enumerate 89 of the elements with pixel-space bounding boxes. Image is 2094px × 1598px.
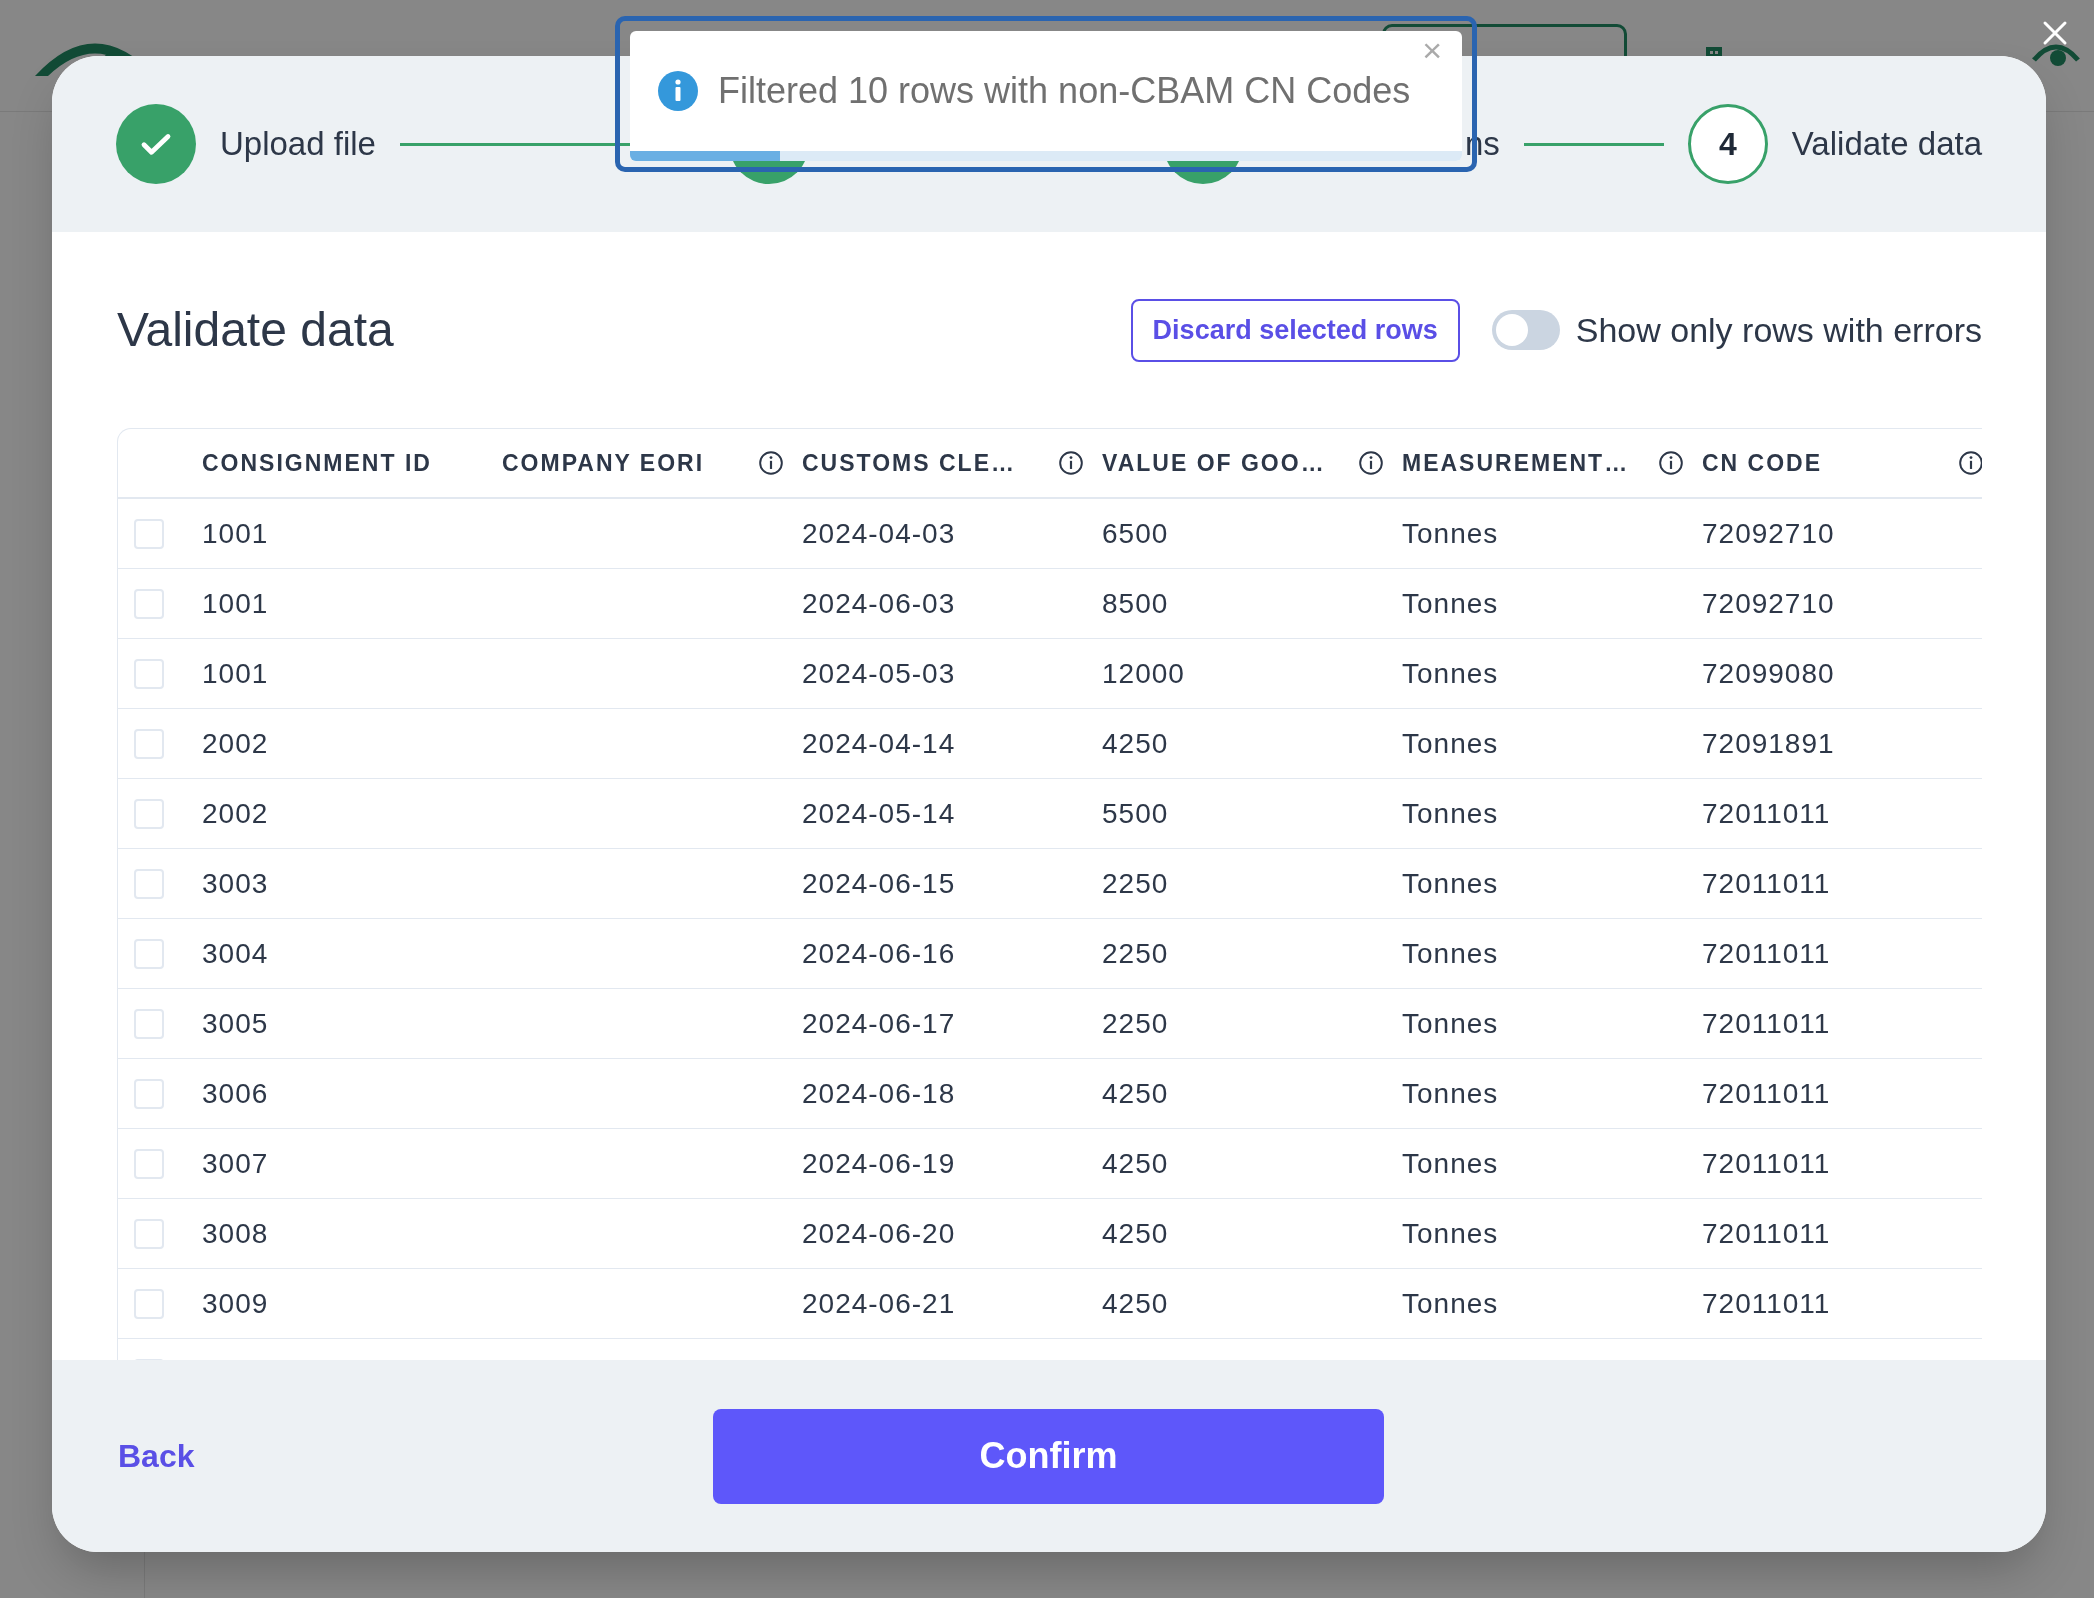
table-cell: 4250 [1102,1217,1169,1249]
table-cell: 72011011 [1702,1287,1831,1319]
table-cell: Tonnes [1402,1077,1499,1109]
table-cell: 1001 [202,587,269,619]
table-cell: 3009 [202,1287,269,1319]
confirm-button[interactable]: Confirm [713,1408,1384,1504]
row-checkbox[interactable] [134,1078,164,1109]
row-checkbox[interactable] [134,728,164,759]
table-cell: 72092710 [1702,517,1835,549]
toggle-label: Show only rows with errors [1575,309,1982,351]
row-checkbox[interactable] [134,1148,164,1179]
table-cell: 72011011 [1702,1217,1831,1249]
table-cell: 2002 [202,797,269,829]
row-checkbox[interactable] [134,1218,164,1249]
table-cell: 6500 [1102,517,1169,549]
table-cell: 72011011 [1702,1077,1831,1109]
table-cell: Tonnes [1402,1147,1499,1179]
table-cell: 2250 [1102,1007,1169,1039]
step-label: Validate data [1791,124,1982,165]
table-cell: 4250 [1102,1287,1169,1319]
table-cell: 72011011 [1702,1147,1831,1179]
column-header: CUSTOMS CLE… [802,448,1016,478]
table-cell: Tonnes [1402,1007,1499,1039]
table-cell: 2024-04-14 [802,727,956,759]
column-header: MEASUREMENT… [1402,448,1630,478]
table-cell: Tonnes [1402,657,1499,689]
table-cell: 3003 [202,867,269,899]
row-checkbox[interactable] [134,518,164,549]
table-cell: 72011011 [1702,797,1831,829]
table-cell: 2024-06-19 [802,1147,956,1179]
row-checkbox[interactable] [134,938,164,969]
column-header: CN CODE [1702,448,1823,478]
discard-selected-rows-button[interactable]: Discard selected rows [1130,298,1460,362]
page-title: Validate data [117,302,394,358]
row-checkbox[interactable] [134,658,164,689]
table-cell: 1001 [202,517,269,549]
table-cell: 3007 [202,1147,269,1179]
back-link[interactable]: Back [118,1432,713,1480]
table-cell: Tonnes [1402,867,1499,899]
table-cell: 3004 [202,937,269,969]
table-cell: 2024-06-16 [802,937,956,969]
toggle-switch[interactable] [1491,310,1560,350]
table-cell: 1001 [202,657,269,689]
table-cell: 2024-05-14 [802,797,956,829]
table-cell: 5500 [1102,797,1169,829]
table-cell: Tonnes [1402,517,1499,549]
table-cell: 2024-06-20 [802,1217,956,1249]
table-cell: 72092710 [1702,587,1835,619]
table-cell: 72011011 [1702,1007,1831,1039]
table-cell: 72091891 [1702,727,1835,759]
row-checkbox[interactable] [134,1288,164,1319]
table-cell: 4250 [1102,727,1169,759]
table-cell: 2250 [1102,937,1169,969]
column-header: VALUE OF GOO… [1102,448,1326,478]
table-cell: 2024-06-03 [802,587,956,619]
table-cell: 3005 [202,1007,269,1039]
column-header: CONSIGNMENT ID [202,448,432,478]
table-cell: 2024-06-18 [802,1077,956,1109]
table-cell: 8500 [1102,587,1169,619]
table-cell: Tonnes [1402,937,1499,969]
step-label: Upload file [220,124,376,165]
row-checkbox[interactable] [134,1008,164,1039]
table-cell: 2002 [202,727,269,759]
table-cell: Tonnes [1402,1287,1499,1319]
table-cell: Tonnes [1402,797,1499,829]
table-cell: 2024-05-03 [802,657,956,689]
table-cell: 4250 [1102,1077,1169,1109]
table-cell: 72011011 [1702,867,1831,899]
table-cell: 4250 [1102,1147,1169,1179]
table-cell: 2024-06-15 [802,867,956,899]
table-cell: 3008 [202,1217,269,1249]
row-checkbox[interactable] [134,868,164,899]
table-cell: 2024-06-17 [802,1007,956,1039]
info-icon [658,71,698,111]
row-checkbox[interactable] [134,588,164,619]
toast-message: Filtered 10 rows with non-CBAM CN Codes [718,69,1411,113]
table-cell: 2024-04-03 [802,517,956,549]
table-cell: Tonnes [1402,727,1499,759]
table-cell: Tonnes [1402,587,1499,619]
table-cell: 3006 [202,1077,269,1109]
table-cell: 2024-06-21 [802,1287,956,1319]
table-cell: 2250 [1102,867,1169,899]
column-header: COMPANY EORI [502,448,705,478]
table-cell: 72099080 [1702,657,1835,689]
step-number: 4 [1687,104,1768,184]
table-cell: 72011011 [1702,937,1831,969]
table-cell: 12000 [1102,657,1185,689]
row-checkbox[interactable] [134,798,164,829]
table-cell: Tonnes [1402,1217,1499,1249]
